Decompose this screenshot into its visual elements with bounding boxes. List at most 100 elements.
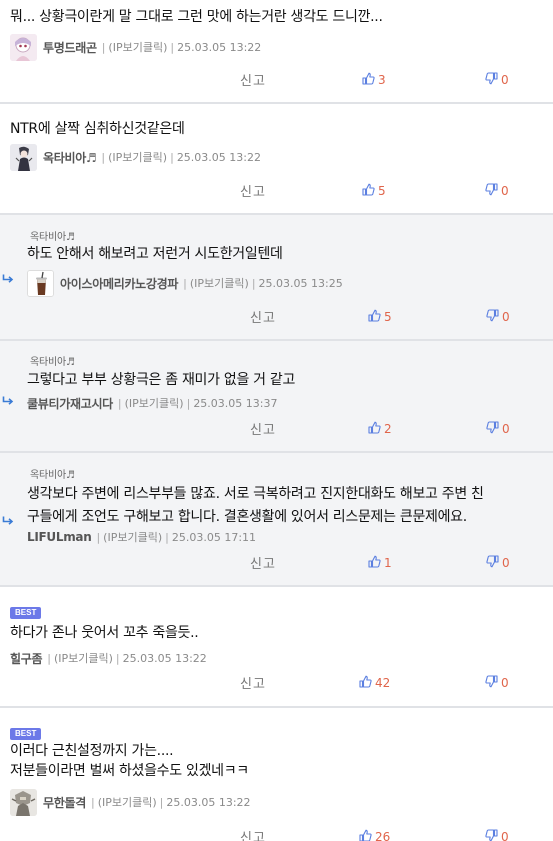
downvote-button[interactable]: 0 (485, 675, 509, 691)
robot-avatar[interactable] (10, 788, 37, 816)
thumbs-down-icon (485, 183, 501, 199)
thumbs-up-icon (359, 829, 375, 841)
report-button[interactable]: 신고 (240, 827, 266, 841)
nickname[interactable]: 아이스아메리카노강경파 (60, 275, 178, 292)
best-badge: BEST (10, 607, 42, 619)
downvote-count: 0 (501, 184, 509, 198)
nickname[interactable]: 쿨뷰티가재고시다 (27, 395, 113, 412)
thumbs-up-icon (359, 675, 375, 691)
upvote-button[interactable]: 2 (368, 421, 392, 437)
upvote-count: 5 (378, 184, 386, 198)
upvote-button[interactable]: 42 (359, 675, 390, 691)
ip-view-link[interactable]: | (IP보기클릭) (99, 39, 168, 55)
nickname[interactable]: 옥타비아♬ (43, 149, 97, 166)
comment-line: 뭐... 상황극이란게 말 그대로 그런 맛에 하는거란 생각도 드니깐... (10, 9, 383, 25)
downvote-button[interactable]: 0 (486, 555, 510, 571)
downvote-count: 0 (501, 676, 509, 690)
upvote-button[interactable]: 5 (368, 309, 392, 325)
ip-view-link[interactable]: | (IP보기클릭) (180, 275, 249, 291)
reply-mention[interactable]: 옥타비아♬ (30, 228, 75, 243)
reply-mention[interactable]: 옥타비아♬ (30, 353, 75, 368)
comment-line: 하도 안해서 해보려고 저런거 시도한거일텐데 (27, 246, 283, 262)
comment-text: 하도 안해서 해보려고 저런거 시도한거일텐데 (27, 243, 283, 266)
ip-view-link[interactable]: | (IP보기클릭) (115, 395, 184, 411)
thumbs-down-icon (486, 555, 502, 571)
report-button[interactable]: 신고 (250, 553, 276, 572)
nickname[interactable]: 투명드래곤 (43, 39, 97, 56)
nickname[interactable]: LIFULman (27, 530, 92, 544)
downvote-button[interactable]: 0 (486, 309, 510, 325)
reply-arrow-icon (2, 396, 14, 406)
upvote-count: 5 (384, 310, 392, 324)
comment-item: NTR에 살짝 심취하신것같은데 옥타비아♬ | (IP보기클릭) | 25.03… (0, 104, 553, 215)
comment-item: BEST 하다가 존나 웃어서 꼬추 죽을듯.. 힐구좀 | (IP보기클릭) |… (0, 587, 553, 708)
downvote-button[interactable]: 0 (485, 829, 509, 841)
comment-meta: 쿨뷰티가재고시다 | (IP보기클릭) | 25.03.05 13:37 (27, 395, 278, 412)
report-button[interactable]: 신고 (240, 70, 266, 89)
ip-label[interactable]: (IP보기클릭) (98, 796, 157, 809)
reply-mention[interactable]: 옥타비아♬ (30, 466, 75, 481)
ip-label[interactable]: (IP보기클릭) (103, 531, 162, 544)
comment-line: NTR에 살짝 심취하신것같은데 (10, 121, 185, 137)
thumbs-down-icon (485, 829, 501, 841)
iced-coffee-avatar[interactable] (27, 269, 54, 297)
thumbs-up-icon (368, 421, 384, 437)
ip-label[interactable]: (IP보기클릭) (54, 652, 113, 665)
comment-meta: LIFULman | (IP보기클릭) | 25.03.05 17:11 (27, 529, 257, 545)
upvote-button[interactable]: 1 (368, 555, 392, 571)
comment-line: 이러다 근친설정까지 가는.... (10, 743, 174, 759)
upvote-count: 2 (384, 422, 392, 436)
upvote-button[interactable]: 5 (362, 183, 386, 199)
thumbs-up-icon (362, 183, 378, 199)
comment-date: 25.03.05 13:22 (177, 40, 262, 54)
ip-view-link[interactable]: | (IP보기클릭) (88, 794, 157, 810)
comment-date: 25.03.05 13:37 (193, 396, 278, 410)
report-button[interactable]: 신고 (240, 181, 266, 200)
downvote-count: 0 (502, 556, 510, 570)
comment-line: 하다가 존나 웃어서 꼬추 죽을듯.. (10, 625, 199, 641)
report-button[interactable]: 신고 (250, 419, 276, 438)
downvote-count: 0 (501, 830, 509, 841)
ip-label[interactable]: (IP보기클릭) (108, 41, 167, 54)
character-avatar[interactable] (10, 143, 37, 171)
ip-view-link[interactable]: | (IP보기클릭) (44, 650, 113, 666)
thumbs-up-icon (368, 555, 384, 571)
thumbs-down-icon (486, 421, 502, 437)
nickname[interactable]: 힐구좀 (10, 650, 43, 667)
report-button[interactable]: 신고 (250, 307, 276, 326)
upvote-button[interactable]: 26 (359, 829, 390, 841)
reply-item: 옥타비아♬ 그렇다고 부부 상황극은 좀 재미가 없을 거 같고 쿨뷰티가재고시… (0, 341, 553, 453)
best-badge: BEST (10, 728, 42, 740)
comment-date: 25.03.05 13:25 (258, 276, 343, 290)
thumbs-down-icon (485, 675, 501, 691)
ip-label[interactable]: (IP보기클릭) (125, 397, 184, 410)
comment-text: 이러다 근친설정까지 가는.... 저분들이라면 벌써 하셨을수도 있겠네ㅋㅋ (10, 741, 249, 781)
comment-date: 25.03.05 17:11 (171, 530, 257, 544)
comment-meta: 옥타비아♬ | (IP보기클릭) | 25.03.05 13:22 (10, 143, 261, 171)
upvote-button[interactable]: 3 (362, 72, 386, 88)
ip-label[interactable]: (IP보기클릭) (190, 277, 249, 290)
comment-meta: 투명드래곤 | (IP보기클릭) | 25.03.05 13:22 (10, 33, 261, 61)
ip-view-link[interactable]: | (IP보기클릭) (93, 529, 162, 545)
anime-girl-avatar[interactable] (10, 33, 37, 61)
downvote-button[interactable]: 0 (486, 421, 510, 437)
comment-meta: 무한돌격 | (IP보기클릭) | 25.03.05 13:22 (10, 788, 251, 816)
upvote-count: 42 (375, 676, 391, 690)
reply-item: 옥타비아♬ 생각보다 주변에 리스부부들 많죠. 서로 극복하려고 진지한대화도… (0, 453, 553, 587)
comment-date: 25.03.05 13:22 (122, 651, 207, 665)
downvote-count: 0 (502, 422, 510, 436)
downvote-button[interactable]: 0 (485, 183, 509, 199)
ip-label[interactable]: (IP보기클릭) (108, 151, 167, 164)
comment-date: 25.03.05 13:22 (176, 150, 261, 164)
thumbs-up-icon (362, 72, 378, 88)
report-button[interactable]: 신고 (240, 673, 266, 692)
comment-text: NTR에 살짝 심취하신것같은데 (10, 118, 185, 141)
reply-item: 옥타비아♬ 하도 안해서 해보려고 저런거 시도한거일텐데 아이스아메리카노강경… (0, 215, 553, 341)
ip-view-link[interactable]: | (IP보기클릭) (98, 149, 167, 165)
comment-meta: 아이스아메리카노강경파 | (IP보기클릭) | 25.03.05 13:25 (27, 269, 343, 297)
upvote-count: 26 (375, 830, 391, 841)
downvote-button[interactable]: 0 (485, 72, 509, 88)
comment-item: BEST 이러다 근친설정까지 가는.... 저분들이라면 벌써 하셨을수도 있… (0, 708, 553, 841)
nickname[interactable]: 무한돌격 (43, 794, 86, 811)
comment-line: 생각보다 주변에 리스부부들 많죠. 서로 극복하려고 진지한대화도 해보고 주… (27, 486, 484, 502)
